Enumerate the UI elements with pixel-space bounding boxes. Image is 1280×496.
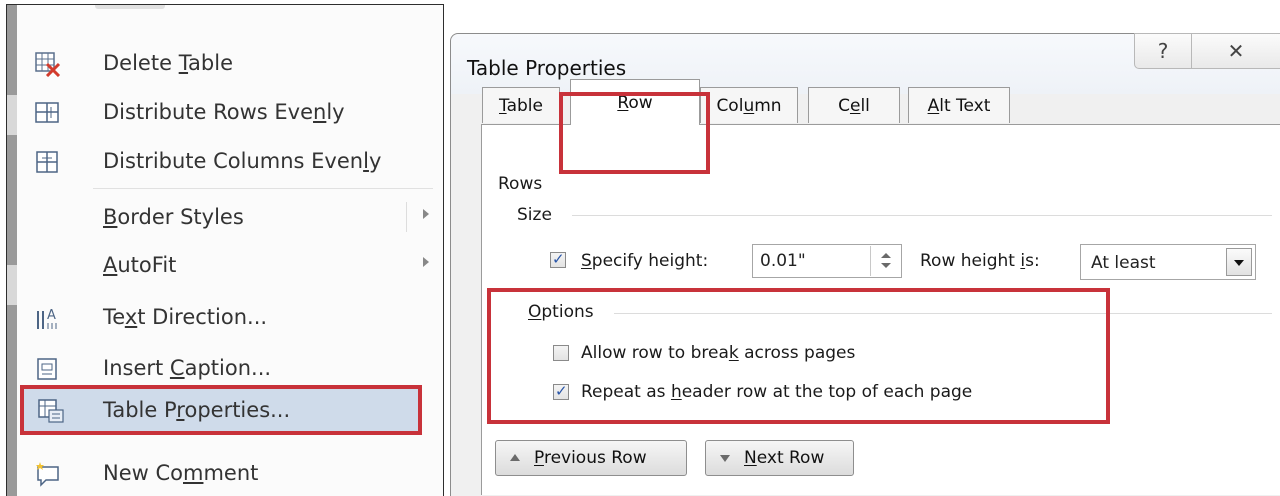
menu-gutter-segment [7, 265, 17, 305]
height-value: 0.01" [760, 251, 806, 271]
question-mark-icon: ? [1157, 39, 1169, 63]
tab-label: Alt Text [927, 95, 991, 116]
menu-item-label: Distribute Rows Evenly [103, 100, 345, 124]
down-triangle-icon [720, 455, 730, 462]
tab-table[interactable]: Table [482, 87, 560, 123]
tab-column[interactable]: Column [700, 87, 798, 123]
row-tab-highlight [559, 92, 710, 174]
menu-item-label: New Comment [103, 461, 259, 485]
menu-gutter [7, 5, 17, 496]
svg-text:A: A [47, 308, 56, 323]
menu-item-border-styles[interactable]: Border Styles [17, 192, 437, 244]
menu-item-text-direction[interactable]: A Text Direction... [17, 292, 437, 344]
previous-row-button[interactable]: Previous Row [495, 440, 687, 476]
table-properties-icon [37, 398, 65, 424]
new-comment-icon [34, 461, 62, 487]
distribute-columns-icon [34, 149, 62, 175]
delete-table-icon [34, 51, 62, 78]
next-row-button[interactable]: Next Row [705, 440, 854, 476]
tab-cell[interactable]: Cell [808, 87, 900, 123]
specify-height-label: Specify height: [581, 251, 709, 271]
menu-item-label: Table Properties... [103, 398, 291, 422]
context-menu: Delete Table Distribute Rows Evenly Dist… [6, 4, 444, 496]
menu-item-autofit[interactable]: AutoFit [17, 240, 437, 292]
menu-item-table-properties[interactable]: Table Properties... [20, 385, 422, 435]
help-button[interactable]: ? [1134, 33, 1192, 69]
close-button[interactable]: ✕ [1191, 33, 1280, 69]
menu-item-label: Text Direction... [103, 305, 268, 329]
submenu-arrow-icon [423, 257, 429, 267]
menu-item-label: Border Styles [103, 205, 244, 229]
insert-caption-icon [34, 356, 62, 382]
menu-separator [93, 188, 433, 189]
menu-item-new-comment[interactable]: New Comment [17, 448, 437, 496]
height-spinner[interactable] [870, 246, 901, 276]
menu-item-label: AutoFit [103, 253, 177, 277]
previous-row-label: Previous Row [534, 448, 647, 468]
menu-gutter-segment [7, 95, 17, 135]
size-group-line [572, 215, 1272, 216]
rows-group-label: Rows [498, 174, 543, 194]
row-height-is-value: At least [1091, 253, 1156, 273]
size-group-label: Size [517, 205, 552, 225]
options-highlight [487, 288, 1110, 424]
row-height-is-select[interactable]: At least [1080, 244, 1256, 280]
menu-item-delete-table[interactable]: Delete Table [17, 38, 437, 90]
row-height-is-label: Row height is: [920, 251, 1040, 271]
spin-down-icon [881, 263, 891, 268]
tab-label: Table [499, 95, 543, 116]
spin-up-icon [881, 253, 891, 258]
submenu-arrow-icon [423, 209, 429, 219]
submenu-divider [406, 202, 407, 232]
menu-item-label: Distribute Columns Evenly [103, 149, 382, 173]
menu-item-label: Insert Caption... [103, 356, 272, 380]
tab-alt-text[interactable]: Alt Text [908, 87, 1010, 123]
next-row-label: Next Row [744, 448, 825, 468]
menu-item-distribute-columns[interactable]: Distribute Columns Evenly [17, 136, 437, 188]
distribute-rows-icon [34, 100, 62, 126]
up-triangle-icon [510, 454, 520, 461]
text-direction-icon: A [34, 305, 62, 331]
menu-item-label: Delete Table [103, 51, 233, 75]
dropdown-arrow-icon[interactable] [1226, 248, 1252, 276]
close-icon: ✕ [1227, 39, 1245, 63]
tab-label: Cell [838, 95, 870, 116]
menu-item-distribute-rows[interactable]: Distribute Rows Evenly [17, 87, 437, 139]
cut-off-menu-item [95, 5, 165, 9]
tab-label: Column [716, 95, 782, 116]
dialog-title: Table Properties [467, 56, 627, 80]
specify-height-checkbox[interactable] [550, 250, 566, 268]
